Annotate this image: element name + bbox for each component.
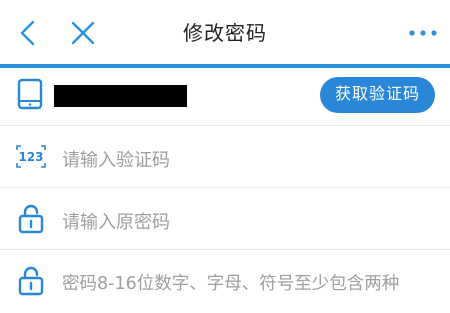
new-password-row[interactable]: 密码8-16位数字、字母、符号至少包含两种 (0, 250, 450, 313)
phone-row: 获取验证码 (0, 68, 450, 126)
phone-number-redacted (54, 85, 187, 107)
more-dots-icon[interactable] (406, 20, 440, 46)
code-input[interactable]: 请输入验证码 (62, 146, 170, 172)
code-row[interactable]: 123 请输入验证码 (0, 126, 450, 188)
old-password-input[interactable]: 请输入原密码 (62, 208, 170, 234)
new-password-input[interactable]: 密码8-16位数字、字母、符号至少包含两种 (62, 270, 399, 295)
page-title: 修改密码 (183, 21, 267, 45)
nav-bar: 修改密码 (0, 0, 450, 64)
number-123-icon: 123 (16, 145, 46, 168)
old-password-row[interactable]: 请输入原密码 (0, 188, 450, 250)
lock-icon (18, 266, 44, 296)
get-code-button[interactable]: 获取验证码 (320, 77, 435, 113)
lock-icon (18, 204, 44, 234)
phone-icon (17, 78, 43, 110)
svg-text:123: 123 (18, 150, 43, 164)
